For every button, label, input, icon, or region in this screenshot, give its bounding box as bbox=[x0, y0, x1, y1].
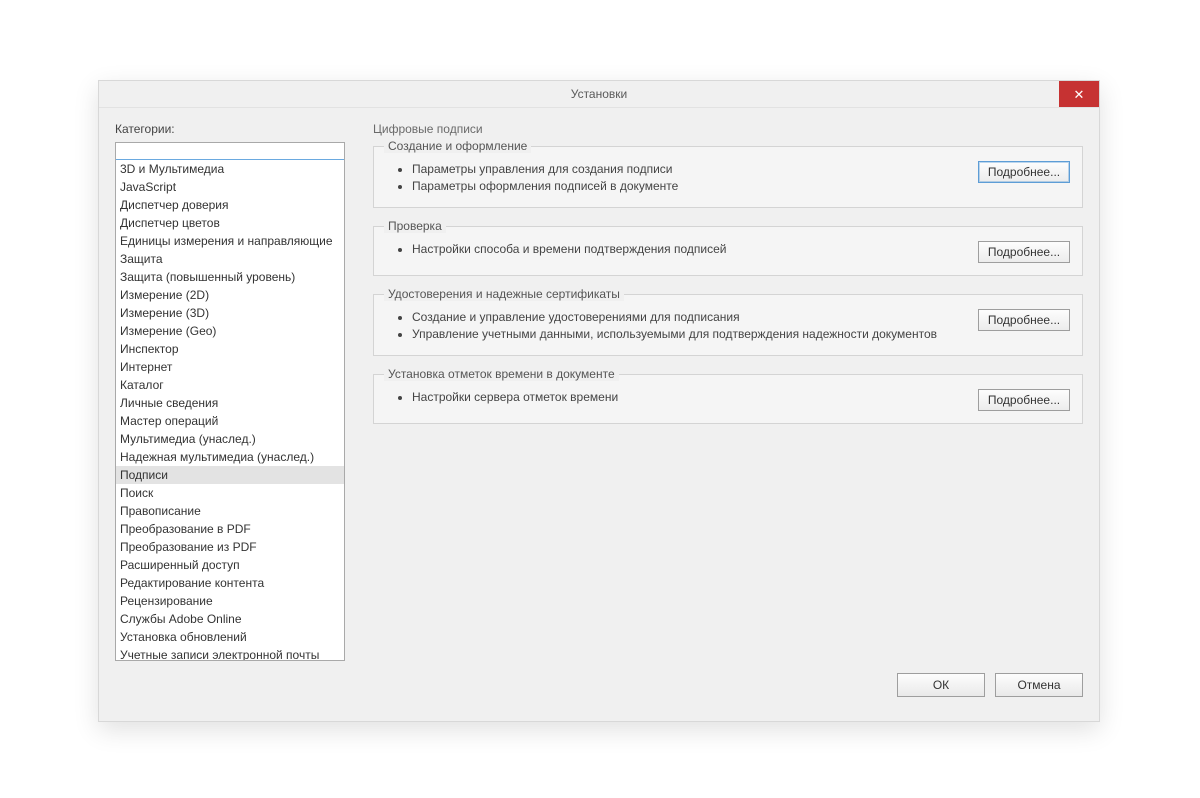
more-button[interactable]: Подробнее... bbox=[978, 161, 1070, 183]
category-item[interactable]: Рецензирование bbox=[116, 592, 344, 610]
group-bullets: Настройки сервера отметок времени bbox=[386, 389, 966, 406]
category-item[interactable]: Единицы измерения и направляющие bbox=[116, 232, 344, 250]
category-item[interactable]: Установка обновлений bbox=[116, 628, 344, 646]
category-item[interactable]: Измерение (3D) bbox=[116, 304, 344, 322]
category-item[interactable]: Диспетчер цветов bbox=[116, 214, 344, 232]
category-item[interactable]: Измерение (2D) bbox=[116, 286, 344, 304]
category-item[interactable]: Расширенный доступ bbox=[116, 556, 344, 574]
group-legend: Установка отметок времени в документе bbox=[384, 367, 619, 381]
dialog-body: Категории: 3D и МультимедиаJavaScriptДис… bbox=[99, 108, 1099, 661]
category-item[interactable] bbox=[116, 143, 344, 160]
close-button[interactable]: ✕ bbox=[1059, 81, 1099, 107]
settings-group: Удостоверения и надежные сертификатыСозд… bbox=[373, 294, 1083, 356]
categories-label: Категории: bbox=[115, 122, 345, 136]
settings-group: Создание и оформлениеПараметры управлени… bbox=[373, 146, 1083, 208]
categories-listbox[interactable]: 3D и МультимедиаJavaScriptДиспетчер дове… bbox=[115, 142, 345, 661]
group-legend: Удостоверения и надежные сертификаты bbox=[384, 287, 624, 301]
category-item[interactable]: Защита (повышенный уровень) bbox=[116, 268, 344, 286]
page-title: Цифровые подписи bbox=[373, 122, 1083, 136]
group-bullet: Управление учетными данными, используемы… bbox=[412, 326, 966, 343]
category-item[interactable]: JavaScript bbox=[116, 178, 344, 196]
category-item[interactable]: Инспектор bbox=[116, 340, 344, 358]
group-bullets: Настройки способа и времени подтверждени… bbox=[386, 241, 966, 258]
titlebar: Установки ✕ bbox=[99, 81, 1099, 108]
category-item[interactable]: Защита bbox=[116, 250, 344, 268]
group-bullet: Настройки сервера отметок времени bbox=[412, 389, 966, 406]
category-item[interactable]: Преобразование в PDF bbox=[116, 520, 344, 538]
more-button[interactable]: Подробнее... bbox=[978, 309, 1070, 331]
category-item[interactable]: Личные сведения bbox=[116, 394, 344, 412]
category-item[interactable]: Диспетчер доверия bbox=[116, 196, 344, 214]
category-item[interactable]: Службы Adobe Online bbox=[116, 610, 344, 628]
category-item[interactable]: Мультимедиа (унаслед.) bbox=[116, 430, 344, 448]
group-body: Параметры управления для создания подпис… bbox=[386, 157, 1070, 195]
group-bullet: Создание и управление удостоверениями дл… bbox=[412, 309, 966, 326]
category-item[interactable]: Учетные записи электронной почты bbox=[116, 646, 344, 661]
cancel-button[interactable]: Отмена bbox=[995, 673, 1083, 697]
groups-container: Создание и оформлениеПараметры управлени… bbox=[373, 146, 1083, 442]
group-bullet: Настройки способа и времени подтверждени… bbox=[412, 241, 966, 258]
ok-button[interactable]: ОК bbox=[897, 673, 985, 697]
category-item[interactable]: Редактирование контента bbox=[116, 574, 344, 592]
group-bullet: Параметры управления для создания подпис… bbox=[412, 161, 966, 178]
category-item[interactable]: Измерение (Geo) bbox=[116, 322, 344, 340]
category-item[interactable]: Мастер операций bbox=[116, 412, 344, 430]
window-title: Установки bbox=[99, 87, 1099, 101]
group-body: Создание и управление удостоверениями дл… bbox=[386, 305, 1070, 343]
close-icon: ✕ bbox=[1074, 88, 1085, 101]
category-item[interactable]: Интернет bbox=[116, 358, 344, 376]
category-item[interactable]: Поиск bbox=[116, 484, 344, 502]
category-item[interactable]: Надежная мультимедиа (унаслед.) bbox=[116, 448, 344, 466]
group-body: Настройки сервера отметок времени Подробн… bbox=[386, 385, 1070, 411]
more-button[interactable]: Подробнее... bbox=[978, 241, 1070, 263]
group-bullets: Параметры управления для создания подпис… bbox=[386, 161, 966, 195]
more-button[interactable]: Подробнее... bbox=[978, 389, 1070, 411]
settings-dialog: Установки ✕ Категории: 3D и МультимедиаJ… bbox=[98, 80, 1100, 722]
group-body: Настройки способа и времени подтверждени… bbox=[386, 237, 1070, 263]
category-item[interactable]: Каталог bbox=[116, 376, 344, 394]
category-item[interactable]: 3D и Мультимедиа bbox=[116, 160, 344, 178]
group-bullets: Создание и управление удостоверениями дл… bbox=[386, 309, 966, 343]
group-legend: Создание и оформление bbox=[384, 139, 531, 153]
category-item[interactable]: Подписи bbox=[116, 466, 344, 484]
settings-group: ПроверкаНастройки способа и времени подт… bbox=[373, 226, 1083, 276]
group-legend: Проверка bbox=[384, 219, 446, 233]
dialog-footer: ОК Отмена bbox=[99, 661, 1099, 721]
content-panel: Цифровые подписи Создание и оформлениеПа… bbox=[373, 122, 1083, 661]
category-item[interactable]: Правописание bbox=[116, 502, 344, 520]
category-item[interactable]: Преобразование из PDF bbox=[116, 538, 344, 556]
settings-group: Установка отметок времени в документеНас… bbox=[373, 374, 1083, 424]
categories-panel: Категории: 3D и МультимедиаJavaScriptДис… bbox=[115, 122, 345, 661]
group-bullet: Параметры оформления подписей в документ… bbox=[412, 178, 966, 195]
